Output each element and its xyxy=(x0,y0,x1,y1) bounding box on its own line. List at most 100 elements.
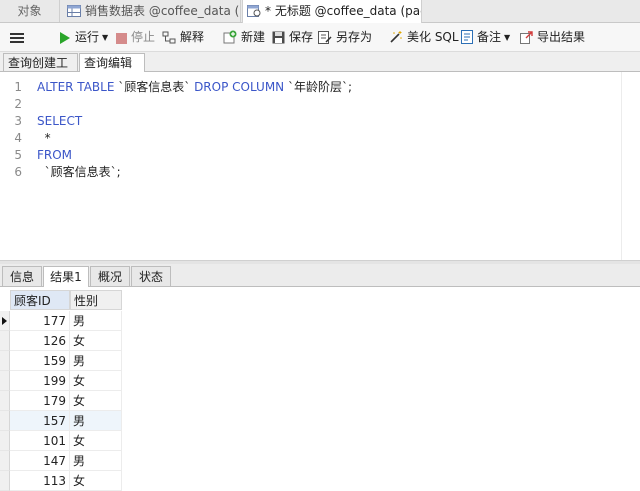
new-button[interactable]: 新建 xyxy=(223,27,265,47)
table-row[interactable]: 147 男 xyxy=(0,451,122,471)
sql-keyword: FROM xyxy=(37,148,73,162)
tab-untitled-query-label: * 无标题 @coffee_data (pac... xyxy=(265,4,422,18)
table-icon xyxy=(67,5,81,17)
save-as-button[interactable]: 另存为 xyxy=(318,27,372,47)
line-number: 6 xyxy=(14,165,22,179)
tab-untitled-query[interactable]: * 无标题 @coffee_data (pac... xyxy=(242,0,422,23)
code-line: 4 * xyxy=(0,130,600,147)
tab-result1[interactable]: 结果1 xyxy=(43,266,89,287)
cell-gender[interactable]: 男 xyxy=(70,411,122,431)
tab-overview[interactable]: 概况 xyxy=(90,266,130,286)
column-identifier: `年龄阶层`; xyxy=(284,80,353,94)
save-label: 保存 xyxy=(289,30,314,44)
code-line: 5 FROM xyxy=(0,147,600,164)
tab-status[interactable]: 状态 xyxy=(131,266,171,286)
row-selector[interactable] xyxy=(0,471,10,491)
new-icon xyxy=(223,30,237,44)
note-icon xyxy=(461,30,473,44)
query-mode-tabs: 查询创建工具 查询编辑器 xyxy=(0,52,640,88)
explain-button[interactable]: 解释 xyxy=(162,27,204,47)
table-row[interactable]: 199 女 xyxy=(0,371,122,391)
row-selector[interactable] xyxy=(0,351,10,371)
comment-button[interactable]: 备注 ▼ xyxy=(461,27,510,47)
row-selector[interactable] xyxy=(0,451,10,471)
code-line: 6 `顾客信息表`; xyxy=(0,164,600,181)
result-tab-bar: 信息 结果1 概况 状态 xyxy=(0,264,640,287)
row-selector[interactable] xyxy=(0,411,10,431)
cell-customer-id[interactable]: 147 xyxy=(10,451,70,471)
cell-customer-id[interactable]: 101 xyxy=(10,431,70,451)
table-row[interactable]: 177 男 xyxy=(0,311,122,331)
cell-gender[interactable]: 女 xyxy=(70,431,122,451)
tab-info[interactable]: 信息 xyxy=(2,266,42,286)
cell-customer-id[interactable]: 199 xyxy=(10,371,70,391)
row-selector[interactable] xyxy=(0,331,10,351)
column-header-label: 性别 xyxy=(74,294,99,308)
result-grid: 顾客ID 性别 177 男 126 女 159 男 199 女 179 女 15… xyxy=(0,290,640,491)
sql-editor[interactable]: 1 ALTER TABLE `顾客信息表` DROP COLUMN `年龄阶层`… xyxy=(0,72,640,260)
code-line: 2 xyxy=(0,96,600,113)
cell-gender[interactable]: 男 xyxy=(70,451,122,471)
tab-sales-table-label: 销售数据表 @coffee_data (p... xyxy=(85,4,240,18)
line-number: 1 xyxy=(14,80,22,94)
export-results-label: 导出结果 xyxy=(537,30,586,44)
line-number: 4 xyxy=(14,131,22,145)
save-icon xyxy=(272,31,285,44)
hamburger-menu-icon xyxy=(10,33,24,43)
code-text: * xyxy=(37,131,51,145)
tab-objects-label: 对象 xyxy=(17,4,42,18)
tab-result1-label: 结果1 xyxy=(50,270,82,284)
column-header-customer-id[interactable]: 顾客ID xyxy=(10,290,70,310)
table-row[interactable]: 113 女 xyxy=(0,471,122,491)
run-button[interactable]: 运行 ▼ xyxy=(59,27,108,47)
export-results-button[interactable]: 导出结果 xyxy=(520,27,585,47)
play-icon xyxy=(60,32,70,44)
cell-gender[interactable]: 男 xyxy=(70,351,122,371)
run-label: 运行 xyxy=(75,30,100,44)
row-selector[interactable] xyxy=(0,371,10,391)
table-row[interactable]: 126 女 xyxy=(0,331,122,351)
export-icon xyxy=(520,31,533,44)
tab-query-builder[interactable]: 查询创建工具 xyxy=(3,53,78,88)
cell-customer-id[interactable]: 179 xyxy=(10,391,70,411)
cell-customer-id[interactable]: 177 xyxy=(10,311,70,331)
cell-customer-id[interactable]: 159 xyxy=(10,351,70,371)
row-selector[interactable] xyxy=(0,311,10,331)
document-tab-bar: 对象 销售数据表 @coffee_data (p... * 无标题 @coffe… xyxy=(0,0,640,23)
stop-button[interactable]: 停止 xyxy=(116,27,155,47)
cell-gender[interactable]: 女 xyxy=(70,471,122,491)
cell-gender[interactable]: 女 xyxy=(70,371,122,391)
current-row-arrow-icon xyxy=(2,317,7,325)
row-selector[interactable] xyxy=(0,431,10,451)
sql-keyword: SELECT xyxy=(37,114,83,128)
cell-customer-id[interactable]: 126 xyxy=(10,331,70,351)
tab-sales-table[interactable]: 销售数据表 @coffee_data (p... xyxy=(61,0,241,22)
editor-margin-line xyxy=(621,72,622,260)
new-label: 新建 xyxy=(241,30,266,44)
beautify-sql-button[interactable]: 美化 SQL xyxy=(389,27,459,47)
comment-dropdown-caret-icon[interactable]: ▼ xyxy=(504,28,510,48)
cell-customer-id[interactable]: 157 xyxy=(10,411,70,431)
menu-button[interactable] xyxy=(10,27,28,47)
table-row[interactable]: 157 男 xyxy=(0,411,122,431)
tab-objects[interactable]: 对象 xyxy=(0,0,60,22)
tab-query-editor[interactable]: 查询编辑器 xyxy=(79,53,145,88)
sql-keyword: DROP COLUMN xyxy=(194,80,285,94)
table-row[interactable]: 101 女 xyxy=(0,431,122,451)
code-text: ALTER TABLE `顾客信息表` DROP COLUMN `年龄阶层`; xyxy=(37,79,352,96)
stop-icon xyxy=(116,33,127,44)
cell-gender[interactable]: 女 xyxy=(70,331,122,351)
cell-gender[interactable]: 女 xyxy=(70,391,122,411)
column-header-gender[interactable]: 性别 xyxy=(70,290,122,310)
cell-gender[interactable]: 男 xyxy=(70,311,122,331)
table-row[interactable]: 159 男 xyxy=(0,351,122,371)
stop-label: 停止 xyxy=(131,30,156,44)
row-selector[interactable] xyxy=(0,391,10,411)
tab-overview-label: 概况 xyxy=(97,270,122,284)
table-row[interactable]: 179 女 xyxy=(0,391,122,411)
table-identifier: `顾客信息表` xyxy=(114,80,195,94)
beautify-sql-label: 美化 SQL xyxy=(407,30,459,44)
run-dropdown-caret-icon[interactable]: ▼ xyxy=(102,28,108,48)
save-button[interactable]: 保存 xyxy=(272,27,313,47)
cell-customer-id[interactable]: 113 xyxy=(10,471,70,491)
